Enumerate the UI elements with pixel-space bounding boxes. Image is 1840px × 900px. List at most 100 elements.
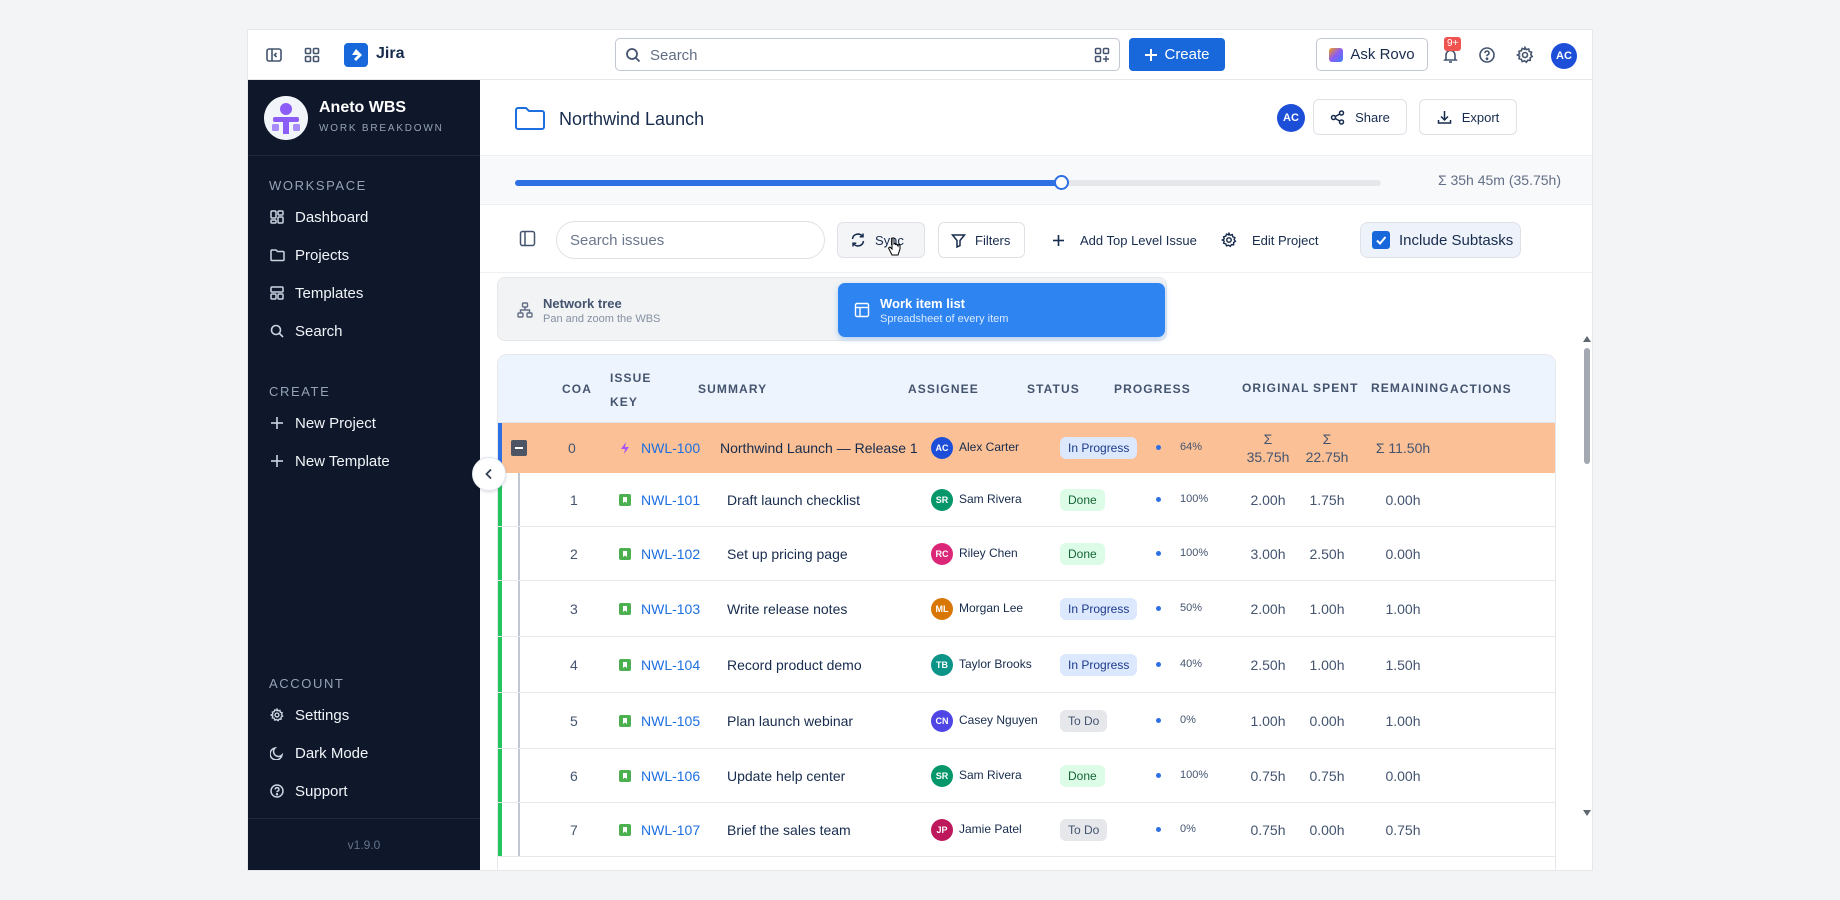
ask-rovo-button[interactable]: Ask Rovo	[1316, 38, 1428, 71]
status-badge[interactable]: Done	[1060, 765, 1105, 787]
issue-key-link[interactable]: NWL-103	[641, 601, 700, 617]
column-header-issue-key-line2[interactable]: KEY	[610, 395, 638, 409]
assignee-name[interactable]: Sam Rivera	[959, 768, 1022, 782]
filters-button[interactable]: Filters	[938, 222, 1025, 258]
status-badge[interactable]: In Progress	[1060, 598, 1138, 620]
add-top-level-issue-button[interactable]: Add Top Level Issue	[1040, 222, 1209, 258]
status-badge[interactable]: In Progress	[1060, 437, 1138, 459]
app-switcher-icon[interactable]	[300, 43, 324, 67]
table-row[interactable]: 1 NWL-101 Draft launch checklist SR Sam Rive…	[498, 473, 1555, 527]
status-badge[interactable]: In Progress	[1060, 654, 1138, 676]
assignee-name[interactable]: Sam Rivera	[959, 492, 1022, 506]
column-header-status[interactable]: STATUS	[1027, 382, 1080, 396]
status-badge[interactable]: To Do	[1060, 710, 1108, 732]
summary-cell[interactable]: Northwind Launch — Release 1	[720, 440, 918, 456]
collapse-sidebar-button[interactable]	[472, 457, 506, 491]
search-filter-icon[interactable]	[1094, 47, 1110, 63]
tab-work-item-list[interactable]: Work item list Spreadsheet of every item	[838, 283, 1165, 337]
sidebar-item-label: Dashboard	[295, 208, 369, 226]
export-button[interactable]: Export	[1419, 99, 1517, 135]
sidebar-item-settings[interactable]: Settings	[269, 702, 459, 728]
column-header-issue-key[interactable]: ISSUE	[610, 371, 652, 385]
issue-search-input[interactable]: Search issues	[556, 221, 825, 259]
app-name[interactable]: Jira	[376, 45, 404, 63]
story-icon	[619, 603, 631, 615]
issue-key-link[interactable]: NWL-105	[641, 713, 700, 729]
collapse-row-icon[interactable]	[511, 440, 527, 456]
settings-gear-icon[interactable]	[1513, 43, 1537, 67]
tab-network-tree[interactable]: Network tree Pan and zoom the WBS	[501, 283, 821, 337]
summary-cell[interactable]: Write release notes	[727, 601, 847, 617]
summary-cell[interactable]: Record product demo	[727, 657, 862, 673]
table-row[interactable]: 7 NWL-107 Brief the sales team JP Jamie Pate…	[498, 803, 1555, 857]
assignee-name[interactable]: Casey Nguyen	[959, 713, 1038, 727]
summary-cell[interactable]: Plan launch webinar	[727, 713, 853, 729]
issue-key-link[interactable]: NWL-107	[641, 822, 700, 838]
sidebar-item-dashboard[interactable]: Dashboard	[269, 204, 459, 230]
remaining-estimate: 0.00h	[1385, 546, 1421, 562]
column-header-assignee[interactable]: ASSIGNEE	[908, 382, 979, 396]
vertical-scrollbar[interactable]	[1582, 334, 1592, 820]
sidebar-item-new-project[interactable]: New Project	[269, 410, 459, 436]
column-header-remaining[interactable]: REMAINING	[1371, 381, 1450, 395]
sidebar-item-search[interactable]: Search	[269, 318, 459, 344]
column-header-spent[interactable]: SPENT	[1313, 381, 1359, 395]
sidebar-item-support[interactable]: Support	[269, 778, 459, 804]
table-row[interactable]: 2 NWL-102 Set up pricing page RC Riley Chen D…	[498, 527, 1555, 581]
assignee-name[interactable]: Jamie Patel	[959, 822, 1022, 836]
table-row-parent[interactable]: 0 NWL-100 Northwind Launch — Release 1 AC Al…	[498, 423, 1555, 473]
sidebar-item-templates[interactable]: Templates	[269, 280, 459, 306]
scrollbar-thumb[interactable]	[1584, 348, 1590, 464]
share-button[interactable]: Share	[1313, 99, 1407, 135]
project-owner-avatar[interactable]: AC	[1277, 104, 1305, 132]
column-header-summary[interactable]: SUMMARY	[698, 382, 767, 396]
assignee-name[interactable]: Morgan Lee	[959, 601, 1023, 615]
status-badge[interactable]: Done	[1060, 543, 1105, 565]
network-tree-icon	[517, 302, 533, 318]
summary-cell[interactable]: Brief the sales team	[727, 822, 851, 838]
global-search-input[interactable]: Search	[615, 38, 1120, 71]
create-button[interactable]: Create	[1129, 38, 1225, 71]
view-title: Work item list	[880, 295, 966, 311]
assignee-avatar: SR	[931, 489, 953, 511]
brand-subtitle: WORK BREAKDOWN	[319, 123, 444, 134]
summary-cell[interactable]: Draft launch checklist	[727, 492, 860, 508]
table-row[interactable]: 6 NWL-106 Update help center SR Sam Rivera Do…	[498, 749, 1555, 803]
include-subtasks-checkbox[interactable]: Include Subtasks	[1360, 222, 1521, 258]
jira-logo-icon[interactable]	[344, 43, 368, 67]
column-header-original[interactable]: ORIGINAL	[1242, 381, 1309, 395]
progress-handle[interactable]	[1053, 175, 1069, 190]
assignee-name[interactable]: Alex Carter	[959, 440, 1019, 454]
sync-button[interactable]: Sync	[837, 222, 925, 258]
table-row[interactable]: 3 NWL-103 Write release notes ML Morgan Lee I…	[498, 581, 1555, 637]
export-label: Export	[1461, 109, 1500, 125]
column-header-progress[interactable]: PROGRESS	[1114, 382, 1191, 396]
scroll-down-arrow-icon	[1583, 810, 1591, 816]
sidebar-item-new-template[interactable]: New Template	[269, 448, 459, 474]
issue-key-link[interactable]: NWL-101	[641, 492, 700, 508]
sidebar-toggle-icon[interactable]	[262, 43, 286, 67]
table-row[interactable]: 5 NWL-105 Plan launch webinar CN Casey Nguye…	[498, 693, 1555, 749]
panel-toggle-icon[interactable]	[519, 230, 536, 247]
edit-project-button[interactable]: Edit Project	[1209, 222, 1330, 258]
sidebar-item-label: Templates	[295, 284, 364, 302]
tree-connector-line	[518, 693, 520, 748]
sidebar-item-projects[interactable]: Projects	[269, 242, 459, 268]
summary-cell[interactable]: Set up pricing page	[727, 546, 848, 562]
table-row[interactable]: 4 NWL-104 Record product demo TB Taylor Broo…	[498, 637, 1555, 693]
status-badge[interactable]: To Do	[1060, 819, 1108, 841]
issue-key-link[interactable]: NWL-102	[641, 546, 700, 562]
user-avatar[interactable]: AC	[1551, 43, 1577, 69]
sidebar-item-dark-mode[interactable]: Dark Mode	[269, 740, 459, 766]
original-estimate: 1.00h	[1250, 713, 1286, 729]
column-header-coa[interactable]: COA	[562, 382, 592, 396]
original-estimate-sum: Σ 35.75h	[1246, 431, 1290, 465]
summary-cell[interactable]: Update help center	[727, 768, 845, 784]
issue-key-link[interactable]: NWL-100	[641, 440, 700, 456]
assignee-name[interactable]: Taylor Brooks	[959, 657, 1032, 671]
issue-key-link[interactable]: NWL-106	[641, 768, 700, 784]
issue-key-link[interactable]: NWL-104	[641, 657, 700, 673]
help-icon[interactable]	[1475, 43, 1499, 67]
assignee-name[interactable]: Riley Chen	[959, 546, 1018, 560]
status-badge[interactable]: Done	[1060, 489, 1105, 511]
